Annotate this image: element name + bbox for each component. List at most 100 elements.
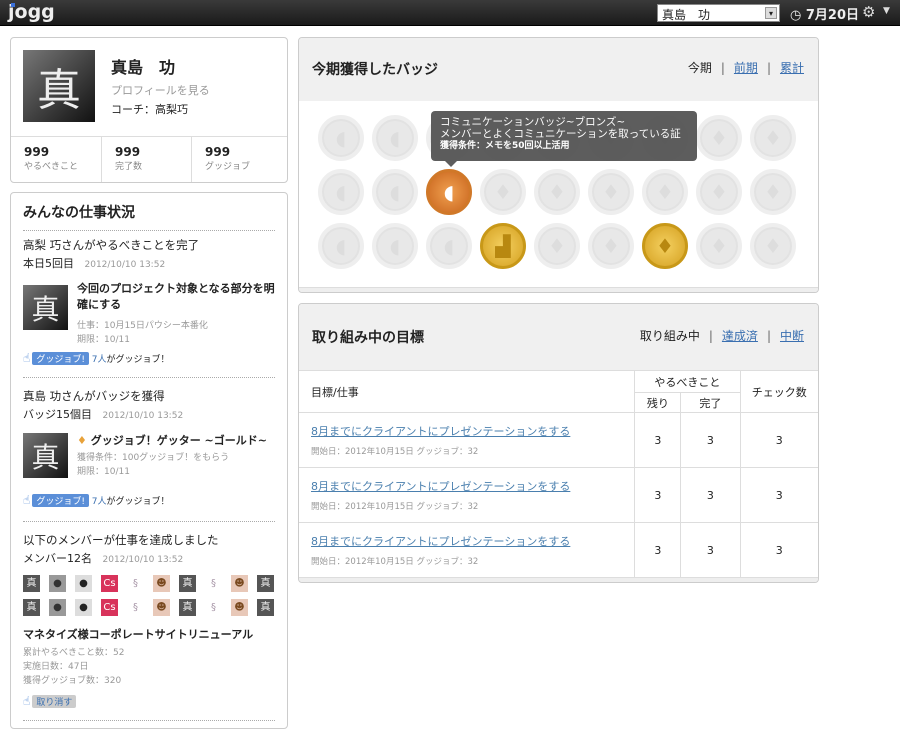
diamond-icon: ♦: [764, 180, 782, 204]
tab-paused[interactable]: 中断: [780, 329, 804, 343]
goal-meta: 開始日：2012年10月15日 グッジョブ：32: [311, 447, 479, 457]
diamond-badge[interactable]: ♦: [750, 223, 796, 269]
remaining-count: 3: [634, 467, 682, 523]
member-avatar[interactable]: §: [127, 599, 144, 616]
tab-in-progress[interactable]: 取り組み中: [640, 329, 700, 343]
diamond-icon: ♦: [602, 234, 620, 258]
member-avatar[interactable]: ☻: [231, 575, 248, 592]
diamond-badge[interactable]: ♦: [480, 169, 526, 215]
diamond-badge[interactable]: ♦: [588, 169, 634, 215]
diamond-badge[interactable]: ♦: [696, 223, 742, 269]
diamond-badge[interactable]: ♦: [534, 223, 580, 269]
goodjob-button[interactable]: グッジョブ!: [32, 494, 89, 507]
goodjob-count[interactable]: 7人: [92, 355, 107, 365]
gear-icon[interactable]: ⚙: [862, 3, 875, 21]
feed-headline: 高梨 巧さんがやるべきことを完了: [23, 238, 200, 252]
check-count: 3: [739, 467, 818, 523]
avatar: 真: [23, 50, 95, 122]
member-avatar[interactable]: 真: [179, 575, 196, 592]
diamond-badge[interactable]: ♦: [642, 223, 688, 269]
tab-current-period[interactable]: 今期: [688, 61, 712, 75]
member-avatar[interactable]: §: [127, 575, 144, 592]
pacman-icon: ◖: [389, 126, 401, 150]
communication-badge[interactable]: ◖: [372, 115, 418, 161]
undo-button[interactable]: 取り消す: [32, 695, 77, 708]
feed-sub: メンバー12名: [23, 552, 92, 565]
member-avatar[interactable]: ☻: [231, 599, 248, 616]
diamond-icon: ♦: [764, 234, 782, 258]
goal-link[interactable]: 8月までにクライアントにプレゼンテーションをする: [311, 480, 570, 493]
diamond-icon: ♦: [764, 126, 782, 150]
diamond-badge[interactable]: ♦: [750, 115, 796, 161]
diamond-badge[interactable]: ♦: [642, 169, 688, 215]
member-avatar[interactable]: ☻: [153, 575, 170, 592]
member-avatar[interactable]: 真: [23, 599, 40, 616]
tab-achieved[interactable]: 達成済: [722, 329, 758, 343]
logo[interactable]: jogg: [8, 1, 55, 23]
profile-card: 真 真島 功 プロフィールを見る コーチ：高梨巧 999 やるべきこと 999 完了…: [10, 37, 288, 183]
feed-title: みんなの仕事状況: [23, 205, 135, 221]
member-avatar[interactable]: 真: [179, 599, 196, 616]
member-avatar[interactable]: §: [205, 575, 222, 592]
tab-previous-period[interactable]: 前期: [734, 61, 758, 75]
user-select[interactable]: 真島 功 ▾: [657, 4, 780, 22]
communication-badge[interactable]: ◖: [318, 115, 364, 161]
goodjob-count[interactable]: 7人: [92, 497, 107, 507]
goal-link[interactable]: 8月までにクライアントにプレゼンテーションをする: [311, 425, 570, 438]
done-count: 3: [680, 522, 741, 578]
communication-badge[interactable]: ◖: [372, 223, 418, 269]
tooltip-description: メンバーとよくコミュニケーションを取っている証: [440, 128, 681, 140]
member-avatar[interactable]: ●: [49, 575, 66, 592]
pacman-icon: ◖: [335, 180, 347, 204]
goals-title: 取り組み中の目標: [312, 330, 424, 346]
task-title[interactable]: 今回のプロジェクト対象となる部分を明確にする: [77, 281, 277, 313]
member-avatar[interactable]: 真: [257, 575, 274, 592]
remaining-count: 3: [634, 522, 682, 578]
diamond-badge[interactable]: ♦: [750, 169, 796, 215]
feed-item: 以下のメンバーが仕事を達成しました メンバー12名 2012/10/10 13:…: [11, 522, 287, 720]
activity-feed: みんなの仕事状況 高梨 巧さんがやるべきことを完了 本日5回目 2012/10/…: [10, 192, 288, 729]
logo-text: jogg: [8, 1, 55, 23]
communication-badge[interactable]: ◖: [426, 169, 472, 215]
hand-icon: ☝: [23, 351, 31, 365]
badges-title: 今期獲得したバッジ: [312, 62, 438, 78]
diamond-badge[interactable]: ♦: [588, 223, 634, 269]
hand-icon: ☝: [23, 694, 31, 708]
communication-badge[interactable]: ◖: [318, 223, 364, 269]
communication-badge[interactable]: ◖: [426, 223, 472, 269]
project-goodjob-count: 獲得グッジョブ数：320: [23, 676, 122, 686]
goal-row: 8月までにクライアントにプレゼンテーションをする 開始日：2012年10月15日 …: [299, 412, 818, 468]
goal-link[interactable]: 8月までにクライアントにプレゼンテーションをする: [311, 535, 570, 548]
goals-panel: 取り組み中の目標 取り組み中 | 達成済 | 中断 目標/仕事 やるべきこと チェック数 残…: [298, 303, 819, 583]
chart-icon: ▟: [495, 234, 511, 258]
member-avatar[interactable]: ☻: [153, 599, 170, 616]
goodjob-button[interactable]: グッジョブ!: [32, 352, 89, 365]
member-avatar[interactable]: 真: [257, 599, 274, 616]
member-avatar[interactable]: ●: [75, 575, 92, 592]
goal-meta: 開始日：2012年10月15日 グッジョブ：32: [311, 557, 479, 567]
member-avatar[interactable]: 真: [23, 575, 40, 592]
communication-badge[interactable]: ◖: [318, 169, 364, 215]
member-avatar[interactable]: Cs: [101, 599, 118, 616]
chart-badge[interactable]: ▟: [480, 223, 526, 269]
feed-time: 2012/10/10 13:52: [84, 260, 166, 270]
feed-time: 2012/10/10 13:52: [102, 555, 184, 565]
tab-cumulative[interactable]: 累計: [780, 61, 804, 75]
diamond-icon: ♦: [548, 180, 566, 204]
feed-time: 2012/10/10 13:52: [102, 411, 184, 421]
member-avatar[interactable]: §: [205, 599, 222, 616]
member-avatar[interactable]: ●: [75, 599, 92, 616]
member-avatar[interactable]: Cs: [101, 575, 118, 592]
tooltip-title: コミュニケーションバッジ~ブロンズ~: [440, 116, 626, 128]
header-done: 完了: [680, 392, 741, 413]
badge-tooltip: コミュニケーションバッジ~ブロンズ~ メンバーとよくコミュニケーションを取ってい…: [431, 111, 697, 167]
view-profile-link[interactable]: プロフィールを見る: [111, 82, 210, 98]
diamond-icon: ♦: [77, 434, 87, 447]
communication-badge[interactable]: ◖: [372, 169, 418, 215]
diamond-badge[interactable]: ♦: [534, 169, 580, 215]
caret-down-icon[interactable]: ▼: [883, 6, 890, 16]
hand-icon: ☝: [23, 493, 31, 507]
diamond-badge[interactable]: ♦: [696, 115, 742, 161]
diamond-badge[interactable]: ♦: [696, 169, 742, 215]
member-avatar[interactable]: ●: [49, 599, 66, 616]
